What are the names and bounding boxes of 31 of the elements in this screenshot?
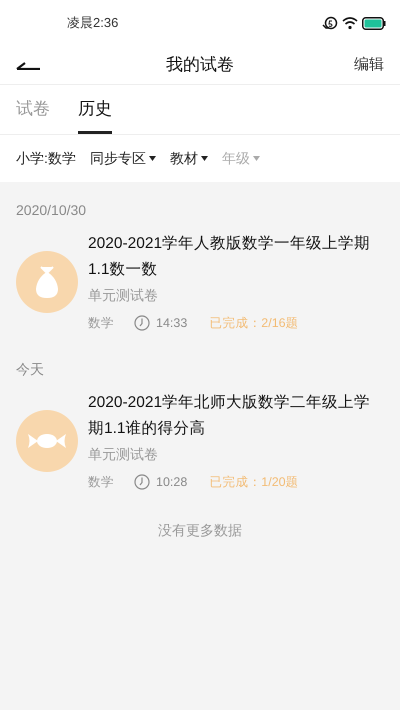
exam-title[interactable]: 2020-2021学年人教版数学一年级上学期1.1数一数	[88, 231, 384, 283]
filter-label: 小学:数学	[16, 149, 76, 168]
candy-icon	[16, 410, 78, 472]
back-arrow-icon[interactable]	[16, 60, 41, 70]
subject-text: 数学	[88, 474, 114, 491]
filter-dropdown[interactable]: 教材	[170, 148, 208, 169]
progress-text: 已完成：1/20题	[209, 474, 299, 491]
exam-title[interactable]: 2020-2021学年北师大版数学二年级上学期1.1谁的得分高	[88, 390, 384, 442]
date-header: 今天	[16, 360, 45, 379]
edit-button[interactable]: 编辑	[354, 54, 384, 76]
battery-icon	[362, 16, 386, 30]
clock-icon	[134, 474, 150, 490]
clock-icon	[134, 315, 150, 332]
page-title: 我的试卷	[166, 54, 234, 76]
filter-dropdown[interactable]: 同步专区	[90, 148, 156, 169]
sack-icon	[16, 250, 78, 313]
wifi-icon	[342, 16, 358, 30]
date-header: 2020/10/30	[16, 201, 88, 220]
status-time: 凌晨2:36	[67, 14, 118, 32]
exam-type: 单元测试卷	[88, 286, 159, 305]
caret-icon	[200, 156, 208, 161]
tab[interactable]: 历史	[78, 85, 112, 134]
end-of-list-text: 没有更多数据	[158, 520, 242, 540]
subject-text: 数学	[88, 315, 114, 332]
exam-type: 单元测试卷	[88, 444, 159, 464]
alarm-icon	[322, 16, 338, 30]
caret-icon	[148, 156, 156, 161]
time-text: 14:33	[156, 315, 188, 332]
time-text: 10:28	[156, 474, 188, 491]
progress-text: 已完成：2/16题	[209, 315, 299, 332]
caret-icon	[252, 156, 260, 161]
